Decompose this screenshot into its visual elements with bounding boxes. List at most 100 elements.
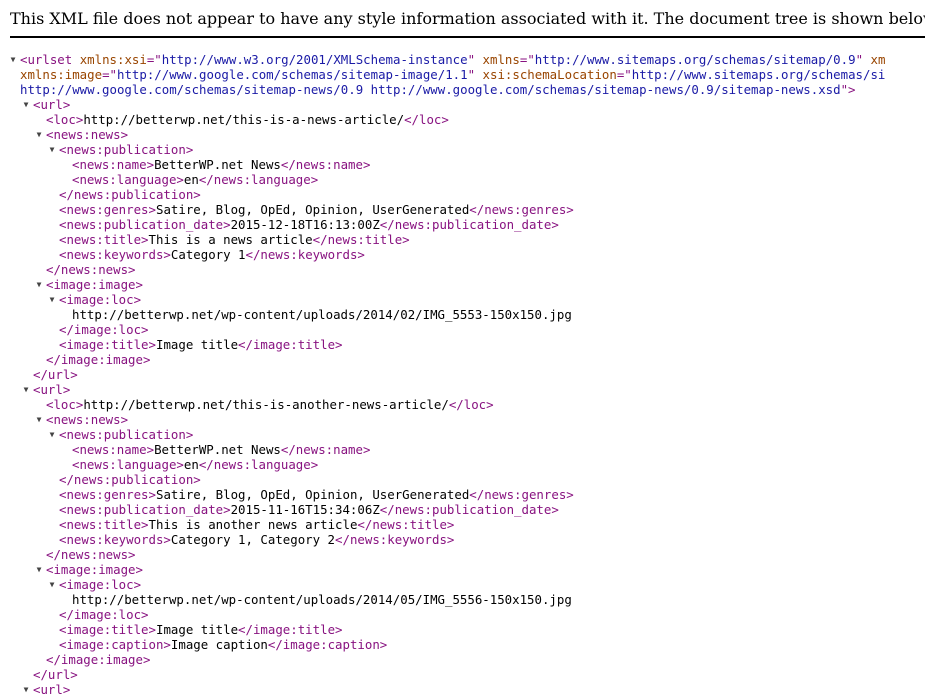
xml-tag-token: <image:caption> [59,637,171,652]
xml-text-content: This is another news article [148,517,358,532]
xml-tag-token: <news:language> [72,172,184,187]
collapse-toggle-icon[interactable]: ▼ [35,277,43,292]
xml-line: </url> [0,667,925,682]
xml-tag-token: <urlset [20,52,73,67]
collapse-toggle-icon[interactable]: ▼ [48,142,56,157]
xml-tag-token: </news:genres> [469,202,574,217]
xml-line: ▼ <image:image> [0,562,925,577]
collapse-toggle-icon[interactable]: ▼ [35,127,43,142]
xml-tag-token: <news:name> [72,157,155,172]
xml-tag-token: </news:language> [198,172,319,187]
xml-line-content: <news:keywords>Category 1</news:keywords… [59,247,365,262]
xml-line-content: <image:title>Image title</image:title> [59,622,342,637]
xml-tag-token: <loc> [46,112,84,127]
xml-tag-token: <image:title> [59,337,156,352]
xml-line: <image:title>Image title</image:title> [0,622,925,637]
xml-text-content: Image title [155,337,239,352]
xml-line-content: <image:image> [46,277,143,292]
xml-text-content: BetterWP.net News [154,442,281,457]
xml-tag-token: <news:publication> [59,427,194,442]
xml-line-content: </news:publication> [59,187,201,202]
xml-tag-token: " [467,52,476,67]
collapse-toggle-icon[interactable]: ▼ [48,577,56,592]
xml-tag-token: </news:publication> [59,187,201,202]
xml-tag-token: <url> [33,382,71,397]
xml-line-content: <news:news> [46,412,128,427]
xml-line: ▼ <image:image> [0,277,925,292]
xml-tag-token: </image:caption> [267,637,388,652]
xml-line: ▼ <url> [0,382,925,397]
xml-line: <news:name>BetterWP.net News</news:name> [0,442,925,457]
xml-tag-token: </image:image> [46,352,151,367]
xml-document-tree: ▼ <urlset xmlns:xsi="http://www.w3.org/20… [0,52,925,697]
xml-text-content: en [183,172,199,187]
xml-space [475,67,482,82]
xml-tag-token: </image:image> [46,652,151,667]
collapse-toggle-icon[interactable]: ▼ [48,292,56,307]
xml-tag-token: <url> [33,97,71,112]
collapse-toggle-icon[interactable]: ▼ [22,382,30,397]
banner-divider [10,36,925,38]
xml-line-content: <news:name>BetterWP.net News</news:name> [72,442,370,457]
xml-tag-token: =" [146,52,162,67]
xml-line-content: <url> [33,682,70,697]
collapse-toggle-icon[interactable]: ▼ [48,427,56,442]
xml-line-content: <news:title>This is a news article</news… [59,232,410,247]
collapse-toggle-icon[interactable]: ▼ [35,412,43,427]
xml-line: http://betterwp.net/wp-content/uploads/2… [0,592,925,607]
xml-attribute-value: http://www.google.com/schemas/sitemap-ne… [20,82,841,97]
xml-text-content: 2015-11-16T15:34:06Z [230,502,380,517]
xml-attribute-name: xm [870,52,886,67]
xml-line-content: <image:loc> [59,577,141,592]
xml-line: </news:publication> [0,187,925,202]
xml-tag-token: <news:publication_date> [59,217,231,232]
xml-line: ▼ <news:publication> [0,427,925,442]
xml-tag-token: </loc> [404,112,449,127]
xml-tag-token: </news:name> [280,442,371,457]
xml-line-content: </image:loc> [59,607,149,622]
xml-line: http://betterwp.net/wp-content/uploads/2… [0,307,925,322]
collapse-toggle-icon[interactable]: ▼ [35,562,43,577]
xml-text-content: en [183,457,199,472]
xml-tag-token: </news:news> [46,547,136,562]
xml-tag-token: <image:image> [46,562,143,577]
xml-line-content: </url> [33,367,78,382]
collapse-toggle-icon[interactable]: ▼ [9,52,17,67]
xml-tag-token: "> [840,82,856,97]
xml-tag-token: " [467,67,476,82]
xml-line-content: <urlset xmlns:xsi="http://www.w3.org/200… [20,52,885,67]
xml-line: <loc>http://betterwp.net/this-is-another… [0,397,925,412]
xml-tag-token: </news:publication_date> [379,217,559,232]
xml-line-content: <news:genres>Satire, Blog, OpEd, Opinion… [59,487,574,502]
xml-tag-token: </news:title> [357,517,455,532]
xml-tag-token: <image:title> [59,622,156,637]
xml-text-content: Category 1, Category 2 [170,532,336,547]
collapse-toggle-icon[interactable]: ▼ [22,682,30,697]
xml-tag-token: <loc> [46,397,84,412]
xml-tag-token: <news:title> [59,232,149,247]
xml-line: <news:genres>Satire, Blog, OpEd, Opinion… [0,487,925,502]
xml-line-content: <loc>http://betterwp.net/this-is-a-news-… [46,112,449,127]
xml-text-content: http://betterwp.net/this-is-another-news… [83,397,449,412]
xml-line: ▼ <url> [0,97,925,112]
xml-line-content: http://betterwp.net/wp-content/uploads/2… [72,307,572,322]
xml-text-content: 2015-12-18T16:13:00Z [230,217,380,232]
xml-line-content: <news:publication_date>2015-12-18T16:13:… [59,217,559,232]
xml-tag-token: =" [519,52,535,67]
xml-attribute-value: http://www.sitemaps.org/schemas/sitemap/… [534,52,856,67]
xml-line: </url> [0,367,925,382]
xml-line-content: </url> [33,667,78,682]
xml-line-content: <news:name>BetterWP.net News</news:name> [72,157,370,172]
xml-line: <news:title>This is another news article… [0,517,925,532]
xml-tag-token: <news:news> [46,127,129,142]
xml-line-content: </image:image> [46,352,150,367]
xml-line: </image:image> [0,652,925,667]
xml-attribute-name: xmlns:image [20,67,103,82]
xml-line-content: </news:news> [46,262,136,277]
collapse-toggle-icon[interactable]: ▼ [22,97,30,112]
xml-line-content: <news:publication> [59,142,193,157]
xml-line-content: http://www.google.com/schemas/sitemap-ne… [20,82,856,97]
xml-tag-token: </news:news> [46,262,136,277]
xml-line: ▼ <news:news> [0,412,925,427]
xml-line: xmlns:image="http://www.google.com/schem… [0,67,925,82]
